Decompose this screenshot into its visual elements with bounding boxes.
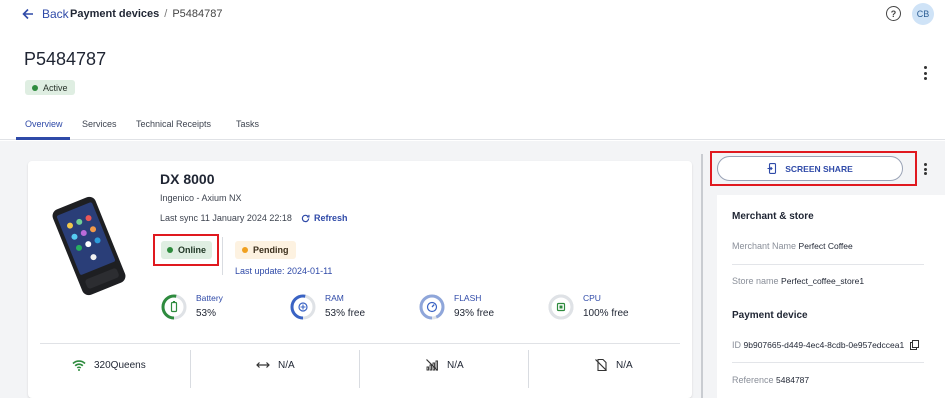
reference-label: Reference: [732, 375, 774, 385]
ram-value: 53% free: [325, 308, 366, 319]
store-name-value: Perfect_coffee_store1: [781, 276, 865, 286]
connectivity-divider: [359, 350, 360, 388]
wifi-network-name: 320Queens: [94, 359, 146, 371]
help-icon[interactable]: ?: [886, 6, 901, 21]
pending-dot-icon: [242, 247, 248, 253]
cpu-metric: CPU 100% free: [548, 293, 629, 320]
refresh-label: Refresh: [314, 213, 348, 223]
connectivity-divider: [190, 350, 191, 388]
merchant-name-row: Merchant Name Perfect Coffee: [732, 241, 853, 251]
cellular-status: N/A: [425, 358, 464, 372]
row-divider: [732, 264, 924, 265]
ram-icon: [290, 294, 316, 320]
user-avatar[interactable]: CB: [912, 3, 934, 25]
row-divider: [732, 362, 924, 363]
back-label: Back: [42, 7, 69, 21]
breadcrumb-current: P5484787: [172, 8, 223, 20]
device-status-badge: Active: [25, 80, 75, 95]
breadcrumb: Payment devices / P5484787: [70, 8, 223, 20]
tab-services[interactable]: Services: [82, 119, 117, 129]
device-id-label: ID: [732, 340, 741, 350]
screen-share-label: SCREEN SHARE: [785, 163, 853, 174]
card-divider: [40, 343, 680, 344]
last-sync-text: Last sync 11 January 2024 22:18: [160, 213, 292, 223]
wifi-icon: [72, 360, 86, 371]
status-dot-icon: [32, 84, 38, 91]
refresh-button[interactable]: Refresh: [301, 213, 348, 223]
back-button[interactable]: Back: [22, 7, 69, 21]
tab-tasks[interactable]: Tasks: [236, 119, 259, 129]
sim-status: N/A: [594, 358, 633, 372]
refresh-icon: [301, 214, 310, 222]
wifi-status: 320Queens: [72, 358, 146, 372]
tab-technical-receipts[interactable]: Technical Receipts: [136, 119, 211, 129]
top-bar: Back Payment devices / P5484787 ? CB: [0, 0, 945, 30]
reference-row: Reference 5484787: [732, 375, 809, 385]
tab-overview[interactable]: Overview: [25, 119, 63, 129]
panel-more-options-icon[interactable]: [923, 163, 928, 175]
cpu-label: CPU: [583, 293, 601, 303]
scrollbar[interactable]: [701, 154, 703, 398]
breadcrumb-parent-link[interactable]: Payment devices: [70, 8, 159, 20]
no-sim-card-icon: [595, 358, 607, 372]
store-name-row: Store name Perfect_coffee_store1: [732, 276, 864, 286]
ram-metric: RAM 53% free: [290, 293, 365, 320]
tab-bar: Overview Services Technical Receipts Tas…: [0, 110, 945, 140]
flash-value: 93% free: [454, 308, 495, 319]
reference-value: 5484787: [776, 375, 810, 385]
device-section-title: Payment device: [732, 310, 808, 321]
cpu-icon: [548, 294, 574, 320]
cpu-value: 100% free: [583, 308, 629, 319]
device-model: DX 8000: [160, 171, 215, 187]
copy-icon[interactable]: [909, 340, 919, 350]
ethernet-icon: [256, 362, 270, 368]
online-status-label: Online: [178, 245, 207, 255]
online-status-badge: Online: [161, 241, 213, 259]
cellular-value: N/A: [447, 359, 464, 371]
screen-share-button[interactable]: SCREEN SHARE: [717, 156, 903, 181]
battery-label: Battery: [196, 293, 223, 303]
merchant-name-value: Perfect Coffee: [798, 241, 853, 251]
merchant-section-title: Merchant & store: [732, 211, 814, 222]
ethernet-value: N/A: [278, 359, 295, 371]
connectivity-divider: [528, 350, 529, 388]
sim-value: N/A: [616, 359, 633, 371]
flash-icon: [419, 294, 445, 320]
device-id-value: 9b907665-d449-4ec4-8cdb-0e957edccea1: [743, 340, 905, 350]
arrow-left-icon: [22, 8, 33, 20]
active-tab-indicator: [16, 137, 70, 140]
battery-metric: Battery 53%: [161, 293, 223, 320]
last-update-text: Last update: 2024-01-11: [235, 266, 333, 276]
no-cellular-signal-icon: [426, 359, 438, 371]
pending-status-label: Pending: [253, 245, 289, 255]
flash-label: FLASH: [454, 293, 482, 303]
store-name-label: Store name: [732, 276, 779, 286]
phone-share-icon: [767, 163, 777, 174]
flash-metric: FLASH 93% free: [419, 293, 494, 320]
ethernet-status: N/A: [256, 358, 295, 372]
device-id-row: ID 9b907665-d449-4ec4-8cdb-0e957edccea1: [732, 340, 919, 350]
online-dot-icon: [167, 247, 173, 253]
page-more-options-icon[interactable]: [921, 66, 929, 80]
battery-value: 53%: [196, 308, 217, 319]
merchant-name-label: Merchant Name: [732, 241, 797, 251]
details-panel: [717, 195, 945, 398]
ram-label: RAM: [325, 293, 344, 303]
payment-terminal-image: [52, 196, 126, 296]
page-title: P5484787: [24, 49, 107, 69]
status-divider: [222, 237, 223, 275]
device-status-label: Active: [43, 82, 68, 93]
device-manufacturer: Ingenico - Axium NX: [160, 193, 242, 203]
battery-icon: [161, 294, 187, 320]
pending-status-badge: Pending: [235, 241, 296, 259]
breadcrumb-separator: /: [164, 8, 168, 20]
